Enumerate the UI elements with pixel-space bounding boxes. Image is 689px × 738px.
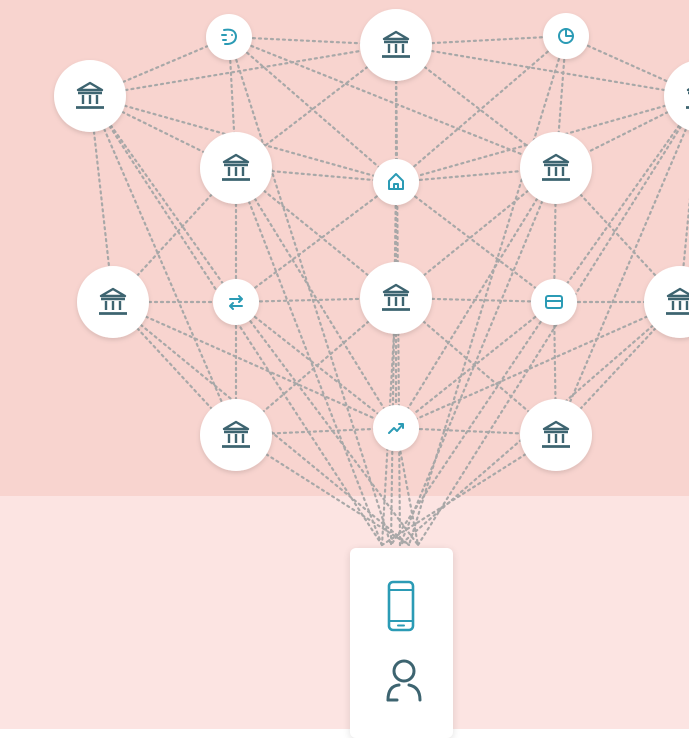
connection-line (398, 166, 558, 547)
home-node (373, 159, 419, 205)
bank-node (664, 61, 689, 131)
connection-network-diagram (54, 9, 689, 547)
user-device-card (350, 548, 453, 738)
credit-card-node (531, 279, 577, 325)
node-circle (206, 14, 252, 60)
bank-node (54, 60, 126, 132)
bank-node (200, 399, 272, 471)
node-circle (213, 279, 259, 325)
connection-line (234, 166, 384, 547)
transfer-node (213, 279, 259, 325)
piggy-bank-node (206, 14, 252, 60)
node-circle (664, 61, 689, 131)
node-circle (373, 405, 419, 451)
bank-node (520, 399, 592, 471)
bank-node (360, 262, 432, 334)
pie-chart-node (543, 13, 589, 59)
node-circle (373, 159, 419, 205)
bank-node (360, 9, 432, 81)
user-icon (386, 659, 422, 702)
trend-node (373, 405, 419, 451)
bank-node (520, 132, 592, 204)
bank-node (200, 132, 272, 204)
bank-node (77, 266, 149, 338)
smartphone-icon (387, 580, 415, 632)
